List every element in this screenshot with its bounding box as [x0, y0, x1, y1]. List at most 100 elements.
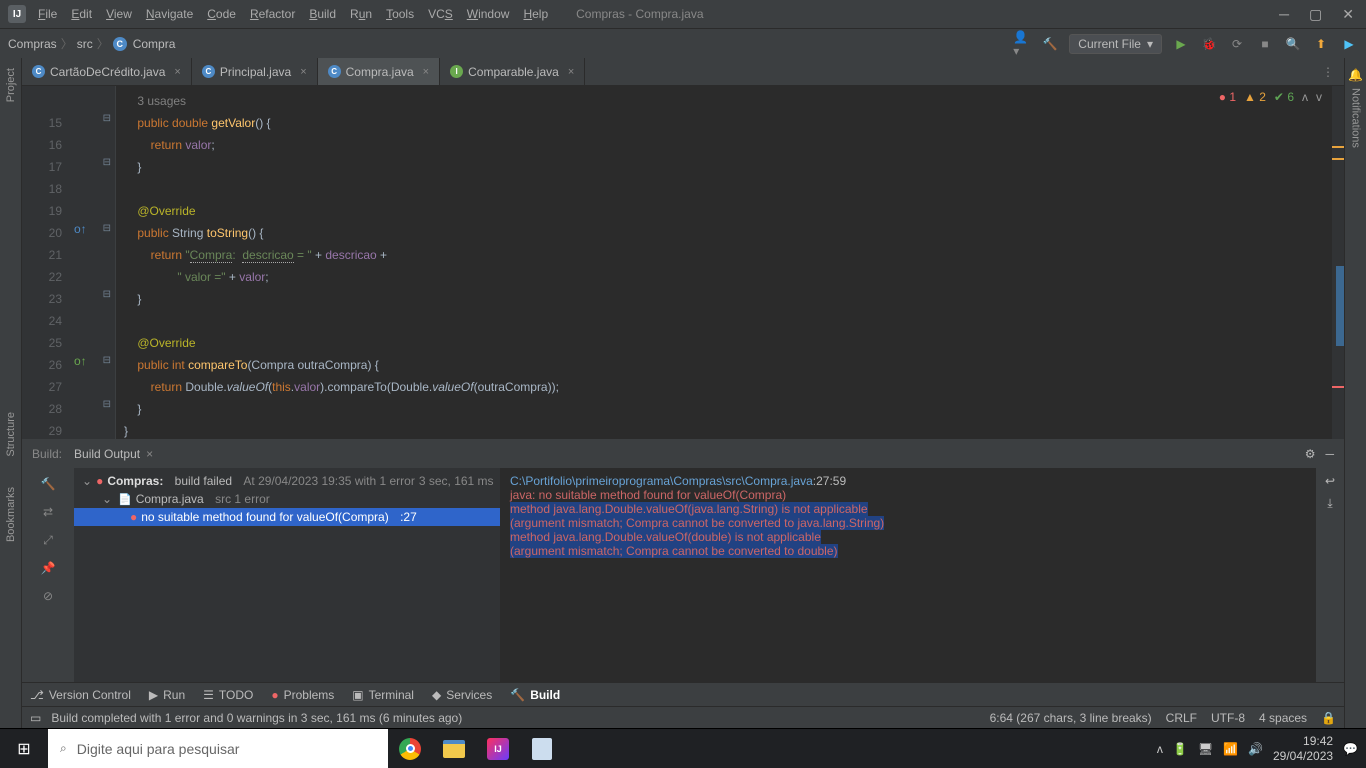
taskbar-explorer-icon[interactable] [432, 729, 476, 768]
menu-run[interactable]: Run [350, 7, 372, 21]
menu-window[interactable]: Window [467, 7, 510, 21]
window-controls: ─ ▢ ✕ [1279, 6, 1358, 23]
next-highlight-icon[interactable]: v [1316, 90, 1322, 104]
menu-file[interactable]: File [38, 7, 57, 21]
left-tool-sidebar: Project Structure Bookmarks [0, 58, 22, 728]
breadcrumb[interactable]: Compras 〉 src 〉 C Compra [8, 35, 175, 52]
tray-clock[interactable]: 19:42 29/04/2023 [1273, 734, 1333, 763]
status-bar: ▭ Build completed with 1 error and 0 war… [22, 706, 1344, 728]
menu-navigate[interactable]: Navigate [146, 7, 193, 21]
user-icon[interactable]: 👤▾ [1013, 35, 1031, 53]
coverage-icon[interactable]: ⟳ [1228, 35, 1246, 53]
menu-tools[interactable]: Tools [386, 7, 414, 21]
search-icon: ⌕ [60, 741, 67, 756]
tray-chevron-icon[interactable]: ʌ [1157, 742, 1163, 756]
scroll-end-icon[interactable]: ⤓ [1327, 496, 1332, 511]
tool-project[interactable]: Project [5, 68, 17, 102]
pin-icon[interactable]: 📌 [38, 558, 58, 578]
tool-notifications[interactable]: Notifications [1350, 88, 1362, 148]
status-encoding[interactable]: UTF-8 [1211, 711, 1245, 725]
close-icon[interactable]: × [300, 66, 306, 78]
tray-language-icon[interactable]: 🖥 [1198, 742, 1213, 756]
tool-todo[interactable]: ☰ TODO [203, 688, 253, 702]
rerun-icon[interactable]: 🔨 [38, 474, 58, 494]
code-editor[interactable]: 151617 18192021 22232425 26272829 ⊟ ⊟ o↑… [22, 86, 1344, 439]
maximize-button[interactable]: ▢ [1309, 6, 1322, 23]
taskbar-search[interactable]: ⌕ Digite aqui para pesquisar [48, 729, 388, 768]
tab-cartao[interactable]: CCartãoDeCrédito.java× [22, 58, 192, 85]
tab-compra[interactable]: CCompra.java× [318, 58, 440, 85]
menu-edit[interactable]: Edit [71, 7, 92, 21]
crumb-project[interactable]: Compras [8, 37, 57, 51]
search-icon[interactable]: 🔍 [1284, 35, 1302, 53]
menu-code[interactable]: Code [207, 7, 236, 21]
main-menu: File Edit View Navigate Code Refactor Bu… [38, 7, 548, 21]
run-icon[interactable]: ▶ [1172, 35, 1190, 53]
tray-volume-icon[interactable]: 🔊 [1248, 742, 1263, 756]
taskbar-chrome-icon[interactable] [388, 729, 432, 768]
tool-bookmarks[interactable]: Bookmarks [5, 487, 17, 542]
run-config-selector[interactable]: Current File▾ [1069, 34, 1162, 54]
ide-update-icon[interactable]: ⬆ [1312, 35, 1330, 53]
tree-file[interactable]: ⌄📄 Compra.java src 1 error [74, 490, 500, 508]
stop-icon[interactable]: ■ [1256, 35, 1274, 53]
code-content[interactable]: ● 1 ▲ 2 ✔ 6 ʌ v 3 usages public double g… [116, 86, 1332, 439]
tray-notifications-icon[interactable]: 💬 [1343, 742, 1358, 756]
status-eol[interactable]: CRLF [1166, 711, 1197, 725]
soft-wrap-icon[interactable]: ↩ [1325, 474, 1335, 488]
crumb-file[interactable]: Compra [133, 37, 176, 51]
close-icon[interactable]: × [423, 66, 429, 78]
status-position[interactable]: 6:64 (267 chars, 3 line breaks) [990, 711, 1152, 725]
close-icon[interactable]: × [174, 66, 180, 78]
status-tool-icon[interactable]: ▭ [30, 711, 41, 725]
gear-icon[interactable]: ⚙ [1305, 447, 1316, 461]
learn-icon[interactable]: ▶ [1340, 35, 1358, 53]
close-button[interactable]: ✕ [1342, 6, 1354, 23]
tab-menu-icon[interactable]: ⋮ [1322, 65, 1334, 79]
debug-icon[interactable]: 🐞 [1200, 35, 1218, 53]
lock-icon[interactable]: 🔒 [1321, 711, 1336, 725]
start-button[interactable]: ⊞ [0, 729, 48, 768]
build-tree[interactable]: ⌄● Compras: build failed At 29/04/2023 1… [74, 468, 500, 682]
crumb-folder[interactable]: src [77, 37, 93, 51]
menu-view[interactable]: View [106, 7, 132, 21]
menu-help[interactable]: Help [523, 7, 548, 21]
usages-hint[interactable]: 3 usages [137, 94, 186, 108]
tool-terminal[interactable]: ▣ Terminal [352, 688, 414, 702]
status-indent[interactable]: 4 spaces [1259, 711, 1307, 725]
right-tool-sidebar: 🔔 Notifications [1344, 58, 1366, 728]
tree-error[interactable]: ● no suitable method found for valueOf(C… [74, 508, 500, 526]
tool-vcs[interactable]: ⎇ Version Control [30, 688, 131, 702]
menu-refactor[interactable]: Refactor [250, 7, 295, 21]
toggle-view-icon[interactable]: ⇄ [38, 502, 58, 522]
tool-services[interactable]: ◆ Services [432, 688, 492, 702]
tool-run[interactable]: ▶ Run [149, 688, 185, 702]
tray-wifi-icon[interactable]: 📶 [1223, 742, 1238, 756]
notification-bell-icon[interactable]: 🔔 [1348, 68, 1363, 82]
tool-structure[interactable]: Structure [5, 412, 17, 457]
tool-problems[interactable]: ● Problems [271, 688, 334, 702]
hide-panel-icon[interactable]: ─ [1325, 447, 1334, 461]
menu-vcs[interactable]: VCS [428, 7, 453, 21]
tree-root[interactable]: ⌄● Compras: build failed At 29/04/2023 1… [74, 472, 500, 490]
build-output-tab[interactable]: Build Output × [74, 447, 153, 461]
inspection-indicator[interactable]: ● 1 ▲ 2 ✔ 6 ʌ v [1219, 90, 1322, 104]
editor-tabs: CCartãoDeCrédito.java× CPrincipal.java× … [22, 58, 1344, 86]
prev-highlight-icon[interactable]: ʌ [1302, 90, 1308, 104]
build-panel: Build: Build Output × ⚙ ─ 🔨 ⇄ ⤢ 📌 ⊘ ⌄● [22, 439, 1344, 682]
taskbar-intellij-icon[interactable]: IJ [476, 729, 520, 768]
build-icon[interactable]: 🔨 [1041, 35, 1059, 53]
filter-icon[interactable]: ⊘ [38, 586, 58, 606]
tray-battery-icon[interactable]: 🔋 [1173, 742, 1188, 756]
editor-scrollbar[interactable] [1332, 86, 1344, 439]
minimize-button[interactable]: ─ [1279, 6, 1289, 23]
tab-principal[interactable]: CPrincipal.java× [192, 58, 318, 85]
tool-build[interactable]: 🔨 Build [510, 688, 560, 702]
taskbar-notepad-icon[interactable] [520, 729, 564, 768]
close-icon[interactable]: × [568, 66, 574, 78]
tab-comparable[interactable]: IComparable.java× [440, 58, 585, 85]
menu-build[interactable]: Build [309, 7, 336, 21]
build-output[interactable]: C:\Portifolio\primeiroprograma\Compras\s… [500, 468, 1316, 682]
system-tray: ʌ 🔋 🖥 📶 🔊 19:42 29/04/2023 💬 [1157, 734, 1366, 763]
expand-icon[interactable]: ⤢ [38, 530, 58, 550]
